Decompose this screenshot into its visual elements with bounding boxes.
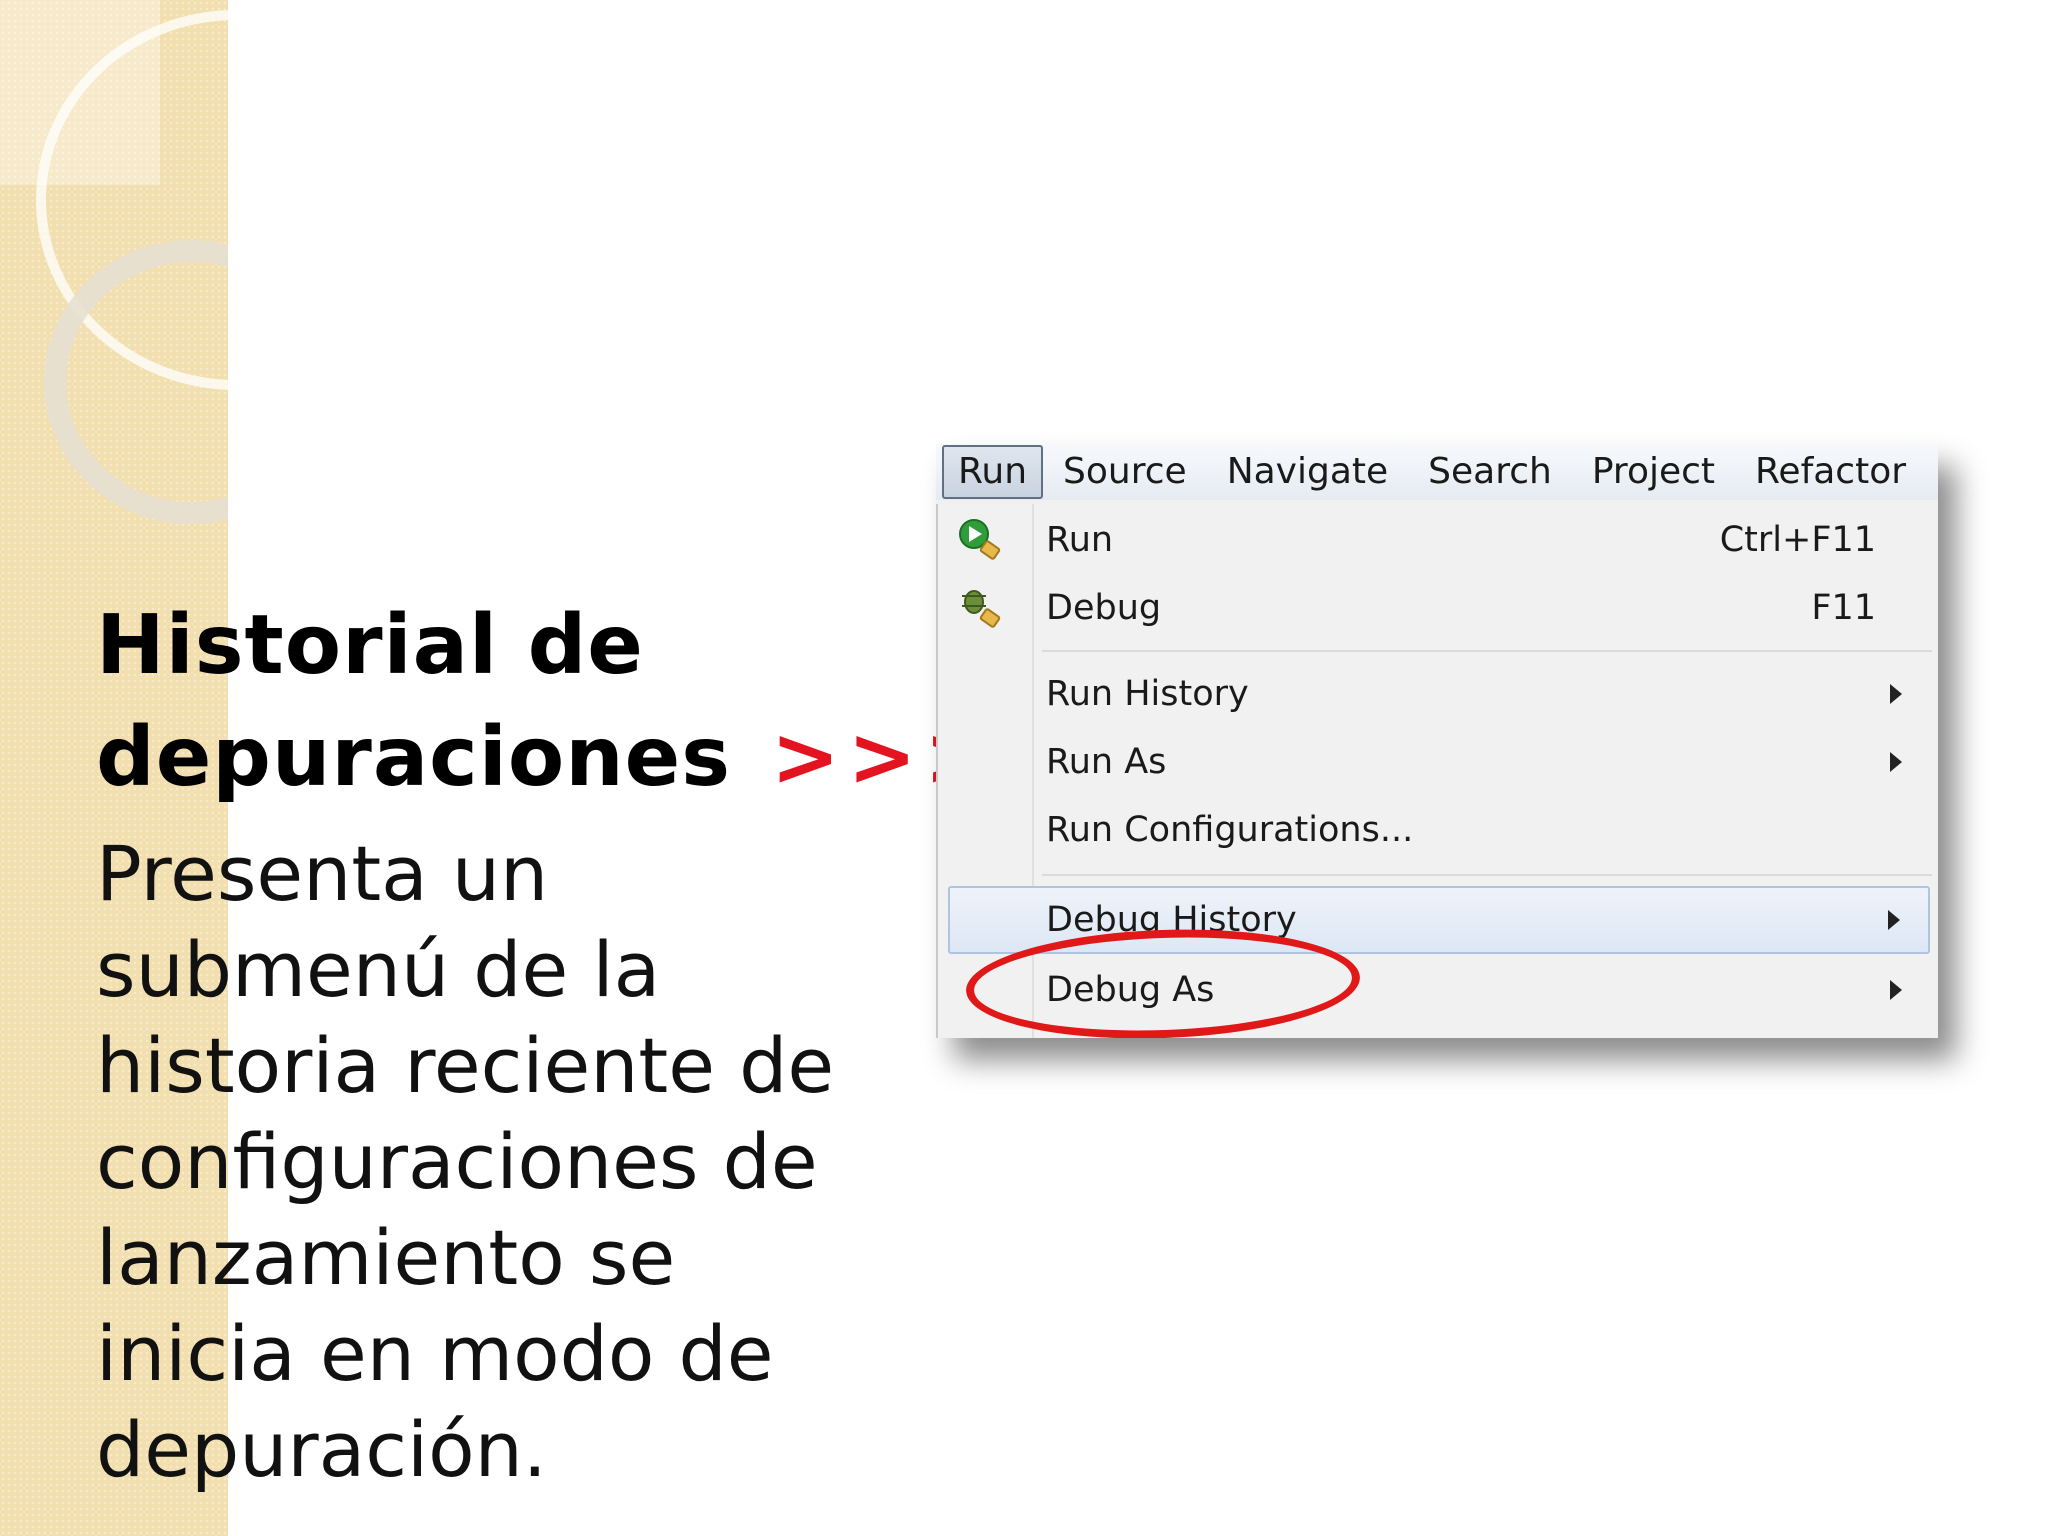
submenu-arrow-icon [1890, 684, 1902, 704]
menu-item-debug[interactable]: Debug F11 [938, 576, 1938, 640]
menu-window[interactable]: Wi [1926, 447, 1938, 497]
menu-item-run[interactable]: Run Ctrl+F11 [938, 508, 1938, 572]
submenu-arrow-icon [1890, 980, 1902, 1000]
menu-item-label: Run Configurations... [1046, 810, 1414, 850]
menu-item-label: Run [1046, 520, 1114, 560]
menu-item-accelerator: Ctrl+F11 [1719, 520, 1876, 560]
menu-refactor[interactable]: Refactor [1735, 447, 1926, 497]
menu-item-label: Debug [1046, 588, 1162, 628]
menu-separator [1042, 650, 1932, 652]
menu-item-accelerator: F11 [1811, 588, 1876, 628]
submenu-arrow-icon [1888, 910, 1900, 930]
run-icon [959, 519, 1001, 560]
menu-project[interactable]: Project [1572, 447, 1735, 497]
slide-body-text: Presenta un submenú de la historia recie… [96, 829, 835, 1494]
menu-navigate[interactable]: Navigate [1207, 447, 1408, 497]
submenu-arrow-icon [1890, 752, 1902, 772]
eclipse-menu-screenshot: Run Source Navigate Search Project Refac… [936, 444, 1938, 1038]
menubar: Run Source Navigate Search Project Refac… [936, 444, 1938, 500]
menu-item-run-history[interactable]: Run History [938, 662, 1938, 726]
run-dropdown-menu: Run Ctrl+F11 Debug F11 Run History Run A… [936, 504, 1938, 1038]
menu-search[interactable]: Search [1408, 447, 1572, 497]
menu-run[interactable]: Run [942, 445, 1044, 499]
menu-item-label: Run History [1046, 674, 1249, 714]
menu-item-run-as[interactable]: Run As [938, 730, 1938, 794]
slide-title-line-1: Historial de [96, 598, 644, 693]
debug-icon [962, 590, 1001, 628]
slide-title: Historial de depuraciones >>> [96, 590, 1001, 814]
slide-title-line-2: depuraciones [96, 710, 732, 805]
menu-source[interactable]: Source [1043, 447, 1207, 497]
menu-item-run-configurations[interactable]: Run Configurations... [938, 798, 1938, 862]
menu-separator [1042, 874, 1932, 876]
menu-item-label: Run As [1046, 742, 1167, 782]
